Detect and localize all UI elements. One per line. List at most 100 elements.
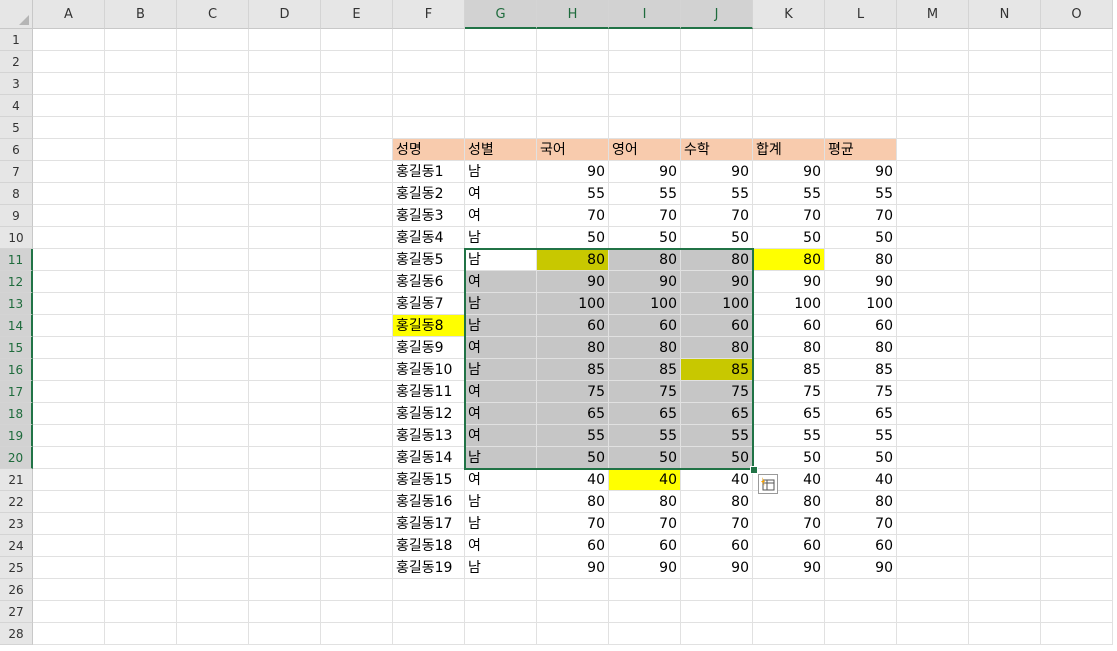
- table-cell[interactable]: 50: [681, 227, 753, 249]
- cell[interactable]: [897, 337, 969, 359]
- column-header-M[interactable]: M: [897, 0, 969, 29]
- cell[interactable]: [537, 95, 609, 117]
- cell[interactable]: [33, 403, 105, 425]
- table-cell[interactable]: 90: [537, 271, 609, 293]
- table-cell[interactable]: 90: [537, 557, 609, 579]
- cell[interactable]: [105, 557, 177, 579]
- cell[interactable]: [249, 601, 321, 623]
- column-header-L[interactable]: L: [825, 0, 897, 29]
- cell[interactable]: [321, 469, 393, 491]
- table-cell[interactable]: 55: [825, 425, 897, 447]
- cell[interactable]: [609, 29, 681, 51]
- cell[interactable]: [825, 73, 897, 95]
- column-header-E[interactable]: E: [321, 0, 393, 29]
- table-cell[interactable]: 50: [825, 227, 897, 249]
- cell[interactable]: [321, 623, 393, 645]
- cell[interactable]: [969, 535, 1041, 557]
- table-cell[interactable]: 홍길동11: [393, 381, 465, 403]
- cell[interactable]: [177, 425, 249, 447]
- cell[interactable]: [1041, 579, 1113, 601]
- table-cell[interactable]: 80: [681, 491, 753, 513]
- cell[interactable]: [1041, 425, 1113, 447]
- cell[interactable]: [753, 579, 825, 601]
- cell[interactable]: [897, 359, 969, 381]
- cell[interactable]: [321, 205, 393, 227]
- column-header-N[interactable]: N: [969, 0, 1041, 29]
- table-cell[interactable]: 홍길동9: [393, 337, 465, 359]
- cell[interactable]: [1041, 161, 1113, 183]
- table-header-cell[interactable]: 평균: [825, 139, 897, 161]
- table-cell[interactable]: 80: [681, 337, 753, 359]
- row-header-10[interactable]: 10: [0, 227, 33, 249]
- cell[interactable]: [321, 227, 393, 249]
- select-all-corner[interactable]: [0, 0, 33, 29]
- cell[interactable]: [33, 557, 105, 579]
- cell[interactable]: [249, 403, 321, 425]
- table-cell[interactable]: 홍길동14: [393, 447, 465, 469]
- table-cell[interactable]: 홍길동16: [393, 491, 465, 513]
- cell[interactable]: [33, 337, 105, 359]
- cell[interactable]: [33, 447, 105, 469]
- cell[interactable]: [897, 491, 969, 513]
- cell[interactable]: [1041, 183, 1113, 205]
- cell[interactable]: [609, 95, 681, 117]
- cell[interactable]: [897, 623, 969, 645]
- cell[interactable]: [465, 579, 537, 601]
- table-cell[interactable]: 80: [609, 249, 681, 271]
- cell[interactable]: [177, 513, 249, 535]
- cell[interactable]: [1041, 337, 1113, 359]
- cell[interactable]: [249, 73, 321, 95]
- cell[interactable]: [105, 359, 177, 381]
- cell[interactable]: [897, 469, 969, 491]
- cell[interactable]: [105, 227, 177, 249]
- table-cell[interactable]: 40: [825, 469, 897, 491]
- cell[interactable]: [177, 95, 249, 117]
- table-cell[interactable]: 55: [753, 425, 825, 447]
- cell[interactable]: [33, 425, 105, 447]
- cell[interactable]: [897, 271, 969, 293]
- cell[interactable]: [177, 73, 249, 95]
- cell[interactable]: [1041, 381, 1113, 403]
- cell[interactable]: [33, 161, 105, 183]
- cell[interactable]: [465, 117, 537, 139]
- table-cell[interactable]: 60: [825, 535, 897, 557]
- cell[interactable]: [969, 95, 1041, 117]
- column-header-C[interactable]: C: [177, 0, 249, 29]
- table-cell[interactable]: 55: [825, 183, 897, 205]
- cell[interactable]: [321, 95, 393, 117]
- cell[interactable]: [105, 535, 177, 557]
- select-all-triangle-icon[interactable]: [19, 15, 29, 25]
- table-cell[interactable]: 80: [537, 249, 609, 271]
- cell[interactable]: [321, 535, 393, 557]
- table-cell[interactable]: 90: [825, 557, 897, 579]
- cell[interactable]: [177, 601, 249, 623]
- row-header-23[interactable]: 23: [0, 513, 33, 535]
- cell[interactable]: [753, 95, 825, 117]
- table-cell[interactable]: 65: [825, 403, 897, 425]
- cell[interactable]: [33, 139, 105, 161]
- cell[interactable]: [177, 579, 249, 601]
- cell[interactable]: [177, 557, 249, 579]
- row-header-19[interactable]: 19: [0, 425, 33, 447]
- quick-analysis-button[interactable]: [758, 474, 778, 494]
- table-cell[interactable]: 90: [609, 161, 681, 183]
- cell[interactable]: [1041, 117, 1113, 139]
- table-header-cell[interactable]: 수학: [681, 139, 753, 161]
- cell[interactable]: [753, 51, 825, 73]
- cell[interactable]: [249, 51, 321, 73]
- row-header-16[interactable]: 16: [0, 359, 33, 381]
- cell[interactable]: [897, 293, 969, 315]
- cell[interactable]: [105, 623, 177, 645]
- cell[interactable]: [105, 205, 177, 227]
- cell[interactable]: [321, 249, 393, 271]
- cell[interactable]: [1041, 249, 1113, 271]
- cell[interactable]: [969, 117, 1041, 139]
- cell[interactable]: [1041, 491, 1113, 513]
- cell[interactable]: [249, 557, 321, 579]
- cell[interactable]: [681, 579, 753, 601]
- cell[interactable]: [897, 425, 969, 447]
- column-header-B[interactable]: B: [105, 0, 177, 29]
- cell[interactable]: [33, 293, 105, 315]
- cell[interactable]: [609, 601, 681, 623]
- table-cell[interactable]: 85: [537, 359, 609, 381]
